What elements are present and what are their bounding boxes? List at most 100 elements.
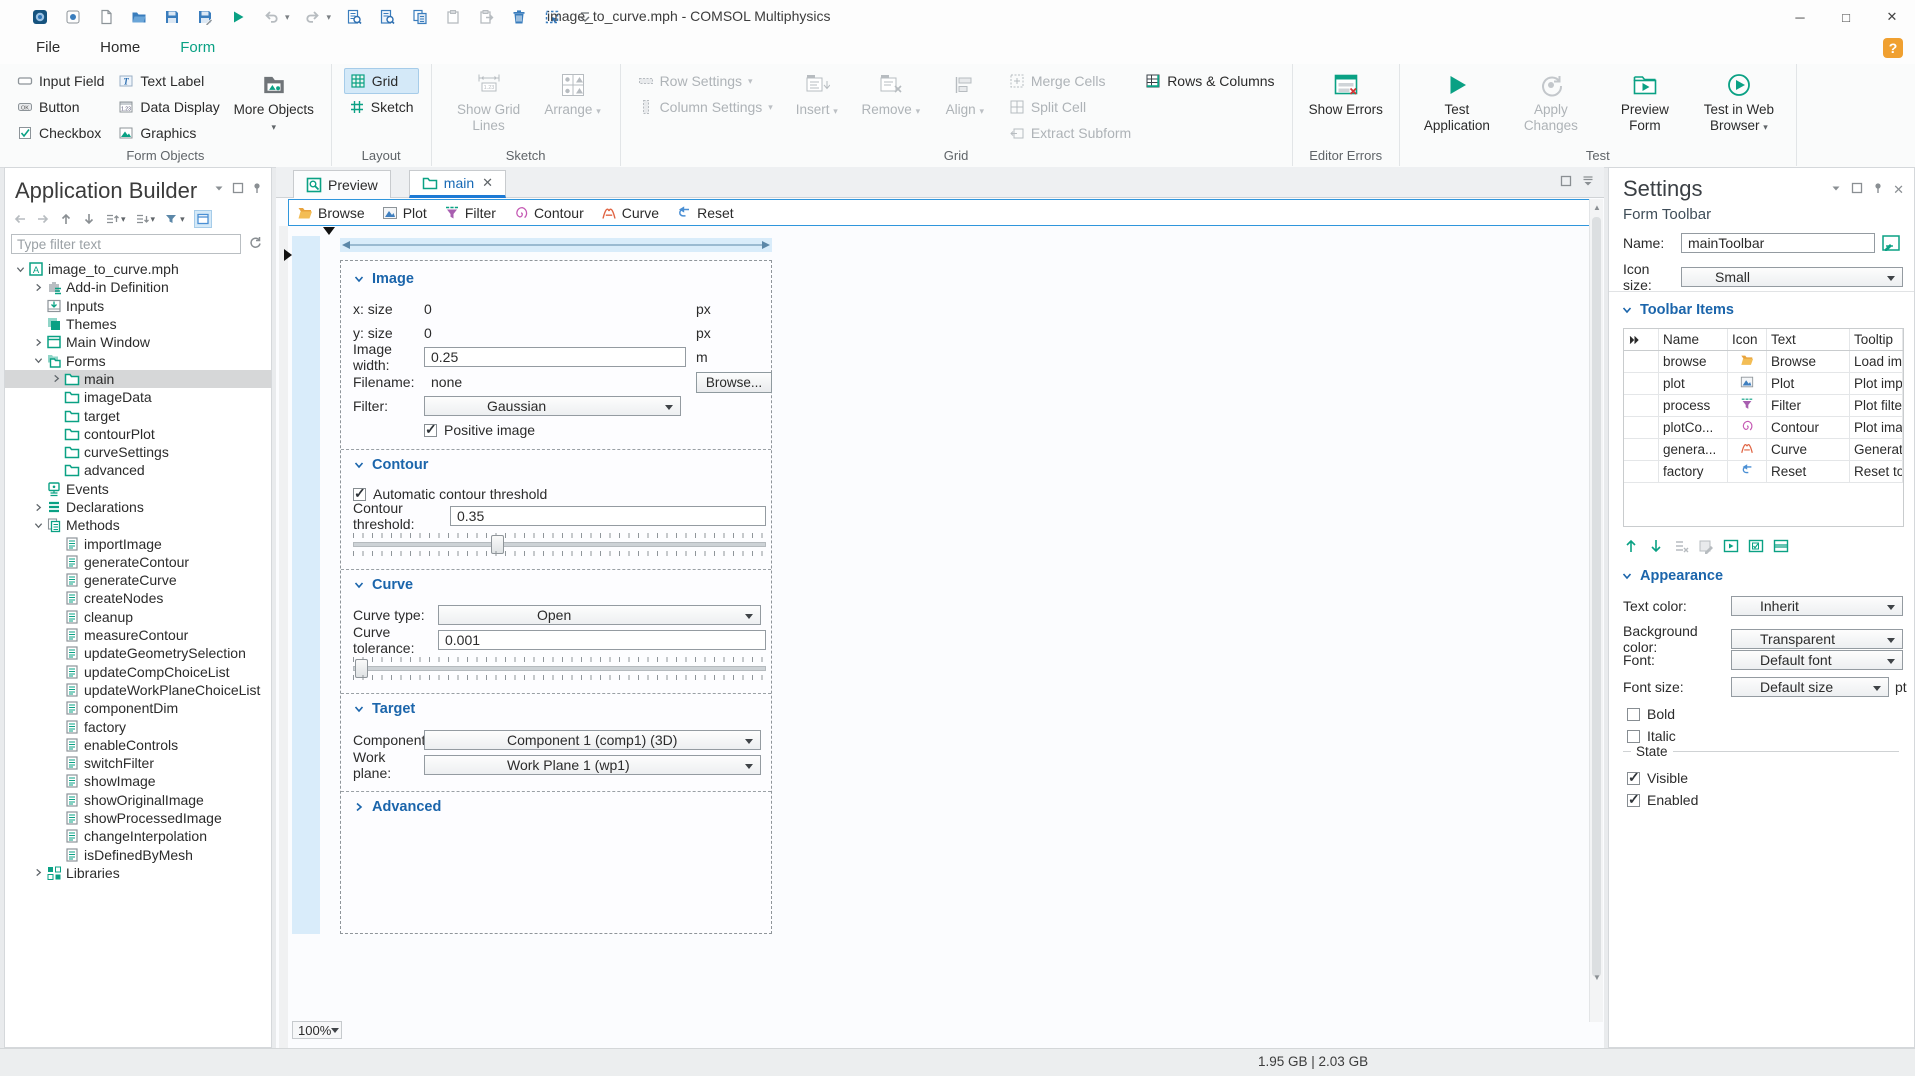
panel-float-icon[interactable] xyxy=(232,182,244,194)
panel-pin-icon[interactable] xyxy=(1872,182,1884,198)
row-handle[interactable] xyxy=(1624,416,1659,439)
panel-menu-icon[interactable] xyxy=(213,182,225,194)
item-text[interactable]: Contour xyxy=(1766,416,1850,439)
name-input[interactable]: mainToolbar xyxy=(1681,233,1875,253)
split-editor-icon[interactable] xyxy=(1582,175,1594,187)
redo-icon[interactable] xyxy=(303,7,323,27)
item-name[interactable]: factory xyxy=(1658,460,1728,483)
tree-item-showProcessedImage[interactable]: showProcessedImage xyxy=(5,809,271,827)
curve-type-combo[interactable]: Open xyxy=(438,605,761,625)
filter-funnel-icon[interactable] xyxy=(1727,394,1767,417)
font-size-combo[interactable]: Default size xyxy=(1731,677,1889,697)
maximize-button[interactable]: □ xyxy=(1823,0,1869,34)
tree-item-showImage[interactable]: showImage xyxy=(5,772,271,790)
enabled-checkbox[interactable] xyxy=(1627,791,1640,808)
section-advanced[interactable]: Advanced xyxy=(353,799,441,815)
form-toolbar-button-reset[interactable]: Reset xyxy=(676,205,734,221)
editor-vertical-scrollbar[interactable]: ▲ ▼ xyxy=(1589,199,1603,1022)
collapse-all-icon[interactable]: ▾ xyxy=(135,212,155,226)
run-icon[interactable] xyxy=(228,7,248,27)
delete-icon[interactable] xyxy=(509,7,529,27)
tree-item-Add-in-Definition[interactable]: Add-in Definition xyxy=(5,278,271,296)
image-width-input[interactable]: 0.25 xyxy=(424,347,686,367)
ribbon-button-more-objects[interactable]: More Objects ▾ xyxy=(229,68,319,133)
background-color-combo[interactable]: Transparent xyxy=(1731,629,1903,649)
tree-item-changeInterpolation[interactable]: changeInterpolation xyxy=(5,827,271,845)
toolbar-item-row-plot[interactable]: plot PlotPlot importe... xyxy=(1624,372,1903,395)
ribbon-button-show-errors[interactable]: Show Errors xyxy=(1305,68,1387,118)
tree-item-Main-Window[interactable]: Main Window xyxy=(5,333,271,351)
row-handle[interactable] xyxy=(1624,438,1659,461)
copy-icon[interactable] xyxy=(410,7,430,27)
tab-close-icon[interactable]: ✕ xyxy=(482,175,493,191)
item-text[interactable]: Browse xyxy=(1766,350,1850,373)
delete-items-icon[interactable] xyxy=(1673,538,1689,554)
tree-item-cleanup[interactable]: cleanup xyxy=(5,608,271,626)
row-handle[interactable] xyxy=(1624,460,1659,483)
scrollbar-thumb[interactable] xyxy=(1592,217,1601,977)
rename-icon[interactable] xyxy=(1881,233,1901,253)
nav-back-icon[interactable] xyxy=(13,212,27,226)
form-toolbar-button-browse[interactable]: Browse xyxy=(297,205,365,221)
ribbon-button-test-application[interactable]: Test Application xyxy=(1412,68,1502,133)
item-tooltip[interactable]: Plot filtered i... xyxy=(1849,394,1903,417)
doc-search-icon[interactable] xyxy=(377,7,397,27)
filter-icon[interactable]: ▾ xyxy=(164,212,185,226)
move-up-icon[interactable] xyxy=(1623,538,1639,554)
undo-icon[interactable] xyxy=(261,7,281,27)
contour-threshold-input[interactable]: 0.35 xyxy=(450,506,766,526)
tree-item-switchFilter[interactable]: switchFilter xyxy=(5,754,271,772)
toolbar-item-row-browse[interactable]: browse BrowseLoad image... xyxy=(1624,350,1903,373)
toolbar-item-row-curve[interactable]: genera... CurveGenerate cur... xyxy=(1624,438,1903,461)
ribbon-button-split-cell[interactable]: Split Cell xyxy=(1004,94,1136,120)
bold-row[interactable]: Bold xyxy=(1627,706,1675,722)
tree-item-Declarations[interactable]: Declarations xyxy=(5,498,271,516)
show-in-window-icon[interactable] xyxy=(193,210,212,228)
bold-checkbox[interactable] xyxy=(1627,707,1640,721)
tree-item-generateCurve[interactable]: generateCurve xyxy=(5,571,271,589)
tree-item-Methods[interactable]: Methods xyxy=(5,516,271,534)
move-down-icon[interactable] xyxy=(82,212,96,226)
panel-close-icon[interactable]: ✕ xyxy=(1893,182,1904,198)
ribbon-button-arrange[interactable]: Arrange ▾ xyxy=(538,68,608,118)
ribbon-button-remove[interactable]: Remove ▾ xyxy=(856,68,926,118)
ribbon-button-column-settings[interactable]: Column Settings ▾ xyxy=(633,94,778,120)
paste-icon[interactable] xyxy=(443,7,463,27)
move-down-icon[interactable] xyxy=(1648,538,1664,554)
section-curve[interactable]: Curve xyxy=(353,577,413,593)
tree-item-Events[interactable]: Events xyxy=(5,480,271,498)
item-text[interactable]: Curve xyxy=(1766,438,1850,461)
tree-expander-icon[interactable] xyxy=(31,868,45,877)
row-handle[interactable] xyxy=(1624,372,1659,395)
contour-spiral-icon[interactable] xyxy=(1727,416,1767,439)
item-name[interactable]: plot xyxy=(1658,372,1728,395)
tree-item-target[interactable]: target xyxy=(5,406,271,424)
enabled-row[interactable]: Enabled xyxy=(1627,791,1698,808)
tree-item-showOriginalImage[interactable]: showOriginalImage xyxy=(5,791,271,809)
ribbon-button-data-display[interactable]: 1.23 Data Display xyxy=(113,94,224,120)
item-text[interactable]: Reset xyxy=(1766,460,1850,483)
tree-item-createNodes[interactable]: createNodes xyxy=(5,589,271,607)
section-contour[interactable]: Contour xyxy=(353,457,428,473)
panel-float-icon[interactable] xyxy=(1851,182,1863,198)
ribbon-button-show-grid-lines[interactable]: 1.23 Show Grid Lines xyxy=(444,68,534,133)
folder-open-icon[interactable] xyxy=(1727,350,1767,373)
tree-expander-icon[interactable] xyxy=(49,374,63,383)
tree-expander-icon[interactable] xyxy=(31,283,45,292)
ribbon-button-extract-subform[interactable]: Extract Subform xyxy=(1004,120,1136,146)
toolbar-item-row-filter[interactable]: process FilterPlot filtered i... xyxy=(1624,394,1903,417)
panel-pin-icon[interactable] xyxy=(251,182,263,194)
tree-item-factory[interactable]: factory xyxy=(5,717,271,735)
tree-item-image-to-curve-mph[interactable]: Aimage_to_curve.mph xyxy=(5,260,271,278)
tree-item-enableControls[interactable]: enableControls xyxy=(5,736,271,754)
item-tooltip[interactable]: Plot image c... xyxy=(1849,416,1903,439)
plot-image-icon[interactable] xyxy=(1727,372,1767,395)
refresh-icon[interactable] xyxy=(248,235,262,249)
save-icon[interactable] xyxy=(162,7,182,27)
ribbon-button-insert[interactable]: Insert ▾ xyxy=(782,68,852,118)
ribbon-button-sketch[interactable]: Sketch xyxy=(344,94,419,120)
ribbon-button-grid[interactable]: Grid xyxy=(343,68,419,94)
toolbar-item-row-reset[interactable]: factory ResetReset to fact... xyxy=(1624,460,1903,483)
toolbar-item-row-contour[interactable]: plotCo... ContourPlot image c... xyxy=(1624,416,1903,439)
tree-expander-icon[interactable] xyxy=(13,265,27,274)
